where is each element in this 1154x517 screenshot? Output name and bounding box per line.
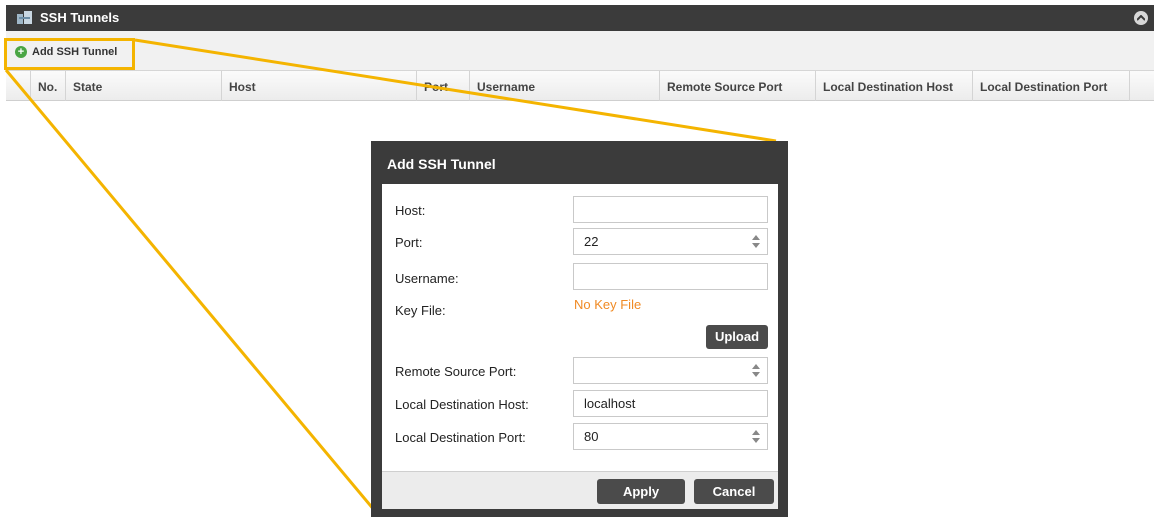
chevron-up-icon[interactable]	[1134, 11, 1148, 25]
column-port[interactable]: Port	[416, 71, 469, 101]
cancel-button[interactable]: Cancel	[694, 479, 774, 504]
panel-header: SSH Tunnels	[6, 5, 1154, 31]
toolbar: + Add SSH Tunnel	[6, 31, 1154, 71]
column-state[interactable]: State	[65, 71, 221, 101]
column-local-destination-host[interactable]: Local Destination Host	[815, 71, 972, 101]
dialog-body: Host: Port: 22 Username: Key File: No Ke…	[382, 184, 778, 471]
apply-button[interactable]: Apply	[597, 479, 685, 504]
port-label: Port:	[395, 235, 423, 250]
local-destination-port-stepper[interactable]: 80	[573, 423, 768, 450]
add-ssh-tunnel-dialog: Add SSH Tunnel Host: Port: 22 Username: …	[371, 141, 788, 517]
column-no[interactable]: No.	[30, 71, 65, 101]
username-label: Username:	[395, 271, 459, 286]
spinner-icon[interactable]	[752, 364, 760, 377]
key-file-label: Key File:	[395, 303, 446, 318]
column-local-destination-port[interactable]: Local Destination Port	[972, 71, 1129, 101]
local-destination-host-input[interactable]: localhost	[573, 390, 768, 417]
username-input[interactable]	[573, 263, 768, 290]
local-destination-port-label: Local Destination Port:	[395, 430, 526, 445]
port-value: 22	[584, 234, 599, 249]
remote-source-port-stepper[interactable]	[573, 357, 768, 384]
table-header: No. State Host Port Username Remote Sour…	[6, 71, 1154, 101]
dialog-title: Add SSH Tunnel	[387, 156, 496, 172]
host-input[interactable]	[573, 196, 768, 223]
key-file-status: No Key File	[574, 297, 642, 312]
host-label: Host:	[395, 203, 426, 218]
port-stepper[interactable]: 22	[573, 228, 768, 255]
local-destination-port-value: 80	[584, 429, 599, 444]
remote-source-port-label: Remote Source Port:	[395, 364, 517, 379]
column-username[interactable]: Username	[469, 71, 659, 101]
spinner-icon[interactable]	[752, 430, 760, 443]
upload-button[interactable]: Upload	[706, 325, 768, 349]
local-destination-host-label: Local Destination Host:	[395, 397, 529, 412]
column-spacer	[1129, 71, 1154, 101]
dialog-footer: Apply Cancel	[382, 471, 778, 509]
column-remote-source-port[interactable]: Remote Source Port	[659, 71, 815, 101]
panel-title: SSH Tunnels	[40, 10, 120, 25]
spinner-icon[interactable]	[752, 235, 760, 248]
highlight-box	[4, 38, 135, 70]
column-host[interactable]: Host	[221, 71, 416, 101]
tunnel-icon	[17, 11, 32, 25]
